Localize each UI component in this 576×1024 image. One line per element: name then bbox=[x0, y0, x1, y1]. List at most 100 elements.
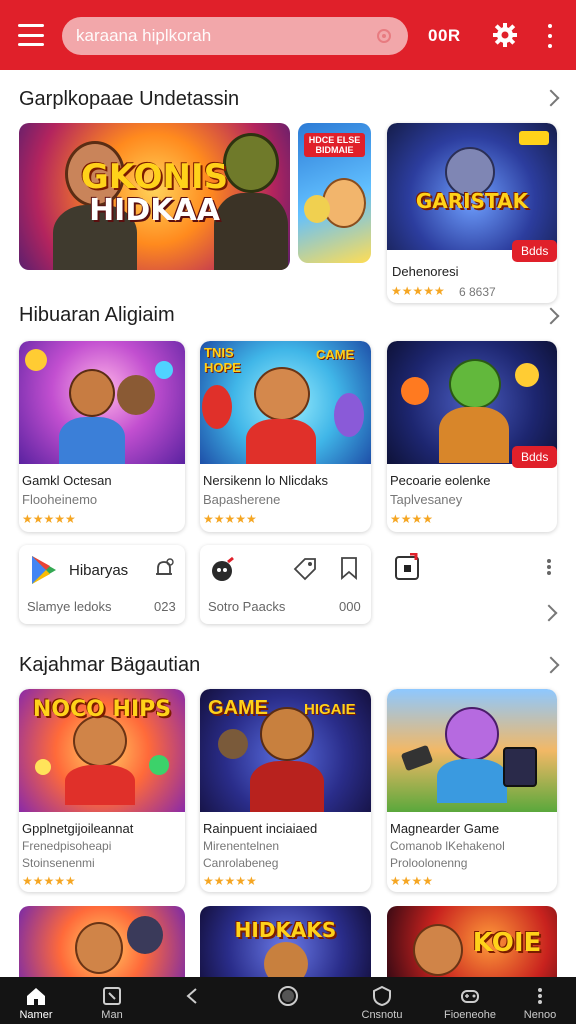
character-image bbox=[202, 385, 232, 429]
app-shortcut-card[interactable]: Hibaryas Slamye ledoks 023 bbox=[19, 545, 185, 624]
nav-label: Cnsnotu bbox=[361, 1009, 403, 1021]
nav-label: Namer bbox=[19, 1009, 53, 1021]
chevron-right-icon[interactable] bbox=[542, 89, 560, 107]
character-image bbox=[449, 359, 501, 409]
game-thumbnail[interactable]: HDCE ELSE BIDMAIE bbox=[298, 123, 371, 263]
featured-game-banner[interactable]: GKONIS HIDKAA bbox=[19, 123, 290, 270]
character-body bbox=[437, 759, 507, 803]
game-card[interactable]: NOCO HIPS Gpplnetgijoileannat Frenedpiso… bbox=[19, 689, 185, 892]
section-title: Kajahmar Bägautian bbox=[19, 654, 201, 676]
thumbnail-art-text: HIGAIE bbox=[304, 701, 356, 718]
overflow-menu-icon[interactable] bbox=[547, 559, 551, 575]
game-card[interactable]: TNIS HOPE CAME Nersikenn lo Nlicdaks Bap… bbox=[200, 341, 371, 532]
game-thumbnail: NOCO HIPS bbox=[19, 689, 185, 812]
coin-image bbox=[155, 361, 173, 379]
game-thumbnail[interactable]: KOIE bbox=[387, 906, 557, 977]
character-image bbox=[445, 707, 499, 761]
rating-count: 6 8637 bbox=[459, 285, 496, 299]
rating-stars: ★★★★★ bbox=[22, 874, 76, 888]
game-title: Rainpuent inciaiaed bbox=[203, 821, 318, 836]
game-thumbnail: TNIS HOPE CAME bbox=[200, 341, 371, 464]
app-sublabel: Slamye ledoks bbox=[27, 599, 112, 614]
phone-image bbox=[503, 747, 537, 787]
thumbnail-art-text: NOCO HIPS bbox=[32, 697, 172, 722]
shield-icon bbox=[373, 985, 391, 1007]
character-image bbox=[264, 942, 308, 977]
game-subtitle: Bapasherene bbox=[203, 492, 281, 507]
coin-image bbox=[149, 755, 169, 775]
chevron-right-icon[interactable] bbox=[542, 307, 560, 325]
rating-stars: ★★★★★ bbox=[203, 512, 257, 526]
nav-item-home-button[interactable] bbox=[252, 977, 324, 1024]
character-image bbox=[127, 916, 163, 954]
rating-stars: ★★★★★ bbox=[391, 284, 445, 298]
character-body bbox=[65, 765, 135, 805]
chevron-right-icon[interactable] bbox=[540, 604, 558, 622]
game-title: Gamkl Octesan bbox=[22, 473, 112, 488]
voice-search-icon[interactable] bbox=[376, 28, 392, 44]
character-body bbox=[246, 419, 316, 464]
app-sublabel: Sotro Paacks bbox=[208, 599, 286, 614]
notification-add-icon[interactable] bbox=[153, 558, 175, 580]
game-card[interactable]: GARISTAK Bdds Dehenoresi ★★★★★ 6 8637 bbox=[387, 123, 557, 303]
rating-stars: ★★★★ bbox=[390, 512, 434, 526]
nav-item-more[interactable]: Nenoo bbox=[504, 977, 576, 1024]
banner-art-text: GKONIS bbox=[80, 157, 229, 197]
game-card[interactable]: GAME HIGAIE Rainpuent inciaiaed Mirenent… bbox=[200, 689, 371, 892]
thumbnail-art-text: TNIS HOPE bbox=[204, 345, 241, 375]
rating-stars: ★★★★★ bbox=[203, 874, 257, 888]
back-icon bbox=[186, 988, 197, 1004]
bookmark-icon[interactable] bbox=[339, 556, 359, 580]
play-store-icon bbox=[32, 556, 56, 584]
character-body bbox=[439, 407, 509, 463]
tag-icon bbox=[519, 131, 549, 145]
nav-item-shield[interactable]: Cnsnotu bbox=[346, 977, 418, 1024]
nav-item-library[interactable]: Man bbox=[76, 977, 148, 1024]
search-input[interactable] bbox=[76, 17, 366, 55]
thumbnail-art-text: KOIE bbox=[472, 928, 542, 958]
character-image bbox=[75, 922, 123, 974]
game-thumbnail[interactable] bbox=[19, 906, 185, 977]
app-shortcut-card[interactable]: Sotro Paacks 000 bbox=[200, 545, 371, 624]
game-title: Pecoarie eolenke bbox=[390, 473, 491, 488]
thumbnail-art-text: GAME bbox=[208, 697, 268, 719]
game-title: Magnearder Game bbox=[390, 821, 500, 836]
nav-item-back[interactable] bbox=[156, 977, 228, 1024]
app-icon[interactable] bbox=[394, 553, 420, 581]
nav-item-home[interactable]: Namer bbox=[0, 977, 72, 1024]
status-badge: Bdds bbox=[512, 446, 557, 468]
coins-counter[interactable]: 00R bbox=[428, 26, 461, 46]
character-body bbox=[250, 761, 324, 812]
tag-icon[interactable] bbox=[292, 556, 318, 582]
character-image bbox=[69, 369, 115, 417]
game-subtitle: Frenedpisoheapi bbox=[22, 839, 112, 853]
app-label: Hibaryas bbox=[69, 562, 129, 579]
game-subtitle: Flooheinemo bbox=[22, 492, 98, 507]
game-subtitle: Mirenentelnen bbox=[203, 839, 280, 853]
game-card[interactable]: Gamkl Octesan Flooheinemo ★★★★★ bbox=[19, 341, 185, 532]
character-image bbox=[304, 195, 330, 223]
coin-image bbox=[401, 377, 429, 405]
character-image bbox=[413, 924, 463, 976]
chevron-right-icon[interactable] bbox=[542, 656, 560, 674]
circle-icon bbox=[278, 986, 298, 1006]
coin-image bbox=[515, 363, 539, 387]
game-subtitle: Taplvesaney bbox=[390, 492, 463, 507]
game-title: Gpplnetgijoileannat bbox=[22, 821, 134, 836]
bottom-navigation: Namer Man Cnsnotu Fioeneohe Nenoo bbox=[0, 977, 576, 1024]
thumbnail-art-text: GARISTAK bbox=[415, 189, 529, 213]
nav-item-games[interactable]: Fioeneohe bbox=[434, 977, 506, 1024]
character-image bbox=[117, 375, 155, 415]
game-card[interactable]: Bdds Pecoarie eolenke Taplvesaney ★★★★ bbox=[387, 341, 557, 532]
overflow-menu-icon[interactable] bbox=[546, 24, 554, 48]
search-bar[interactable] bbox=[62, 17, 408, 55]
nav-label: Nenoo bbox=[523, 1009, 557, 1021]
character-body bbox=[59, 417, 125, 464]
game-card[interactable]: Magnearder Game Comanob lKehakenol Prolo… bbox=[387, 689, 557, 892]
game-title: Nersikenn lo Nlicdaks bbox=[203, 473, 328, 488]
game-thumbnail[interactable]: HIDKAKS bbox=[200, 906, 371, 977]
thumbnail-art-text: HDCE ELSE BIDMAIE bbox=[304, 133, 365, 157]
settings-icon[interactable] bbox=[492, 22, 518, 48]
menu-icon[interactable] bbox=[18, 24, 44, 46]
more-icon bbox=[538, 988, 542, 1004]
